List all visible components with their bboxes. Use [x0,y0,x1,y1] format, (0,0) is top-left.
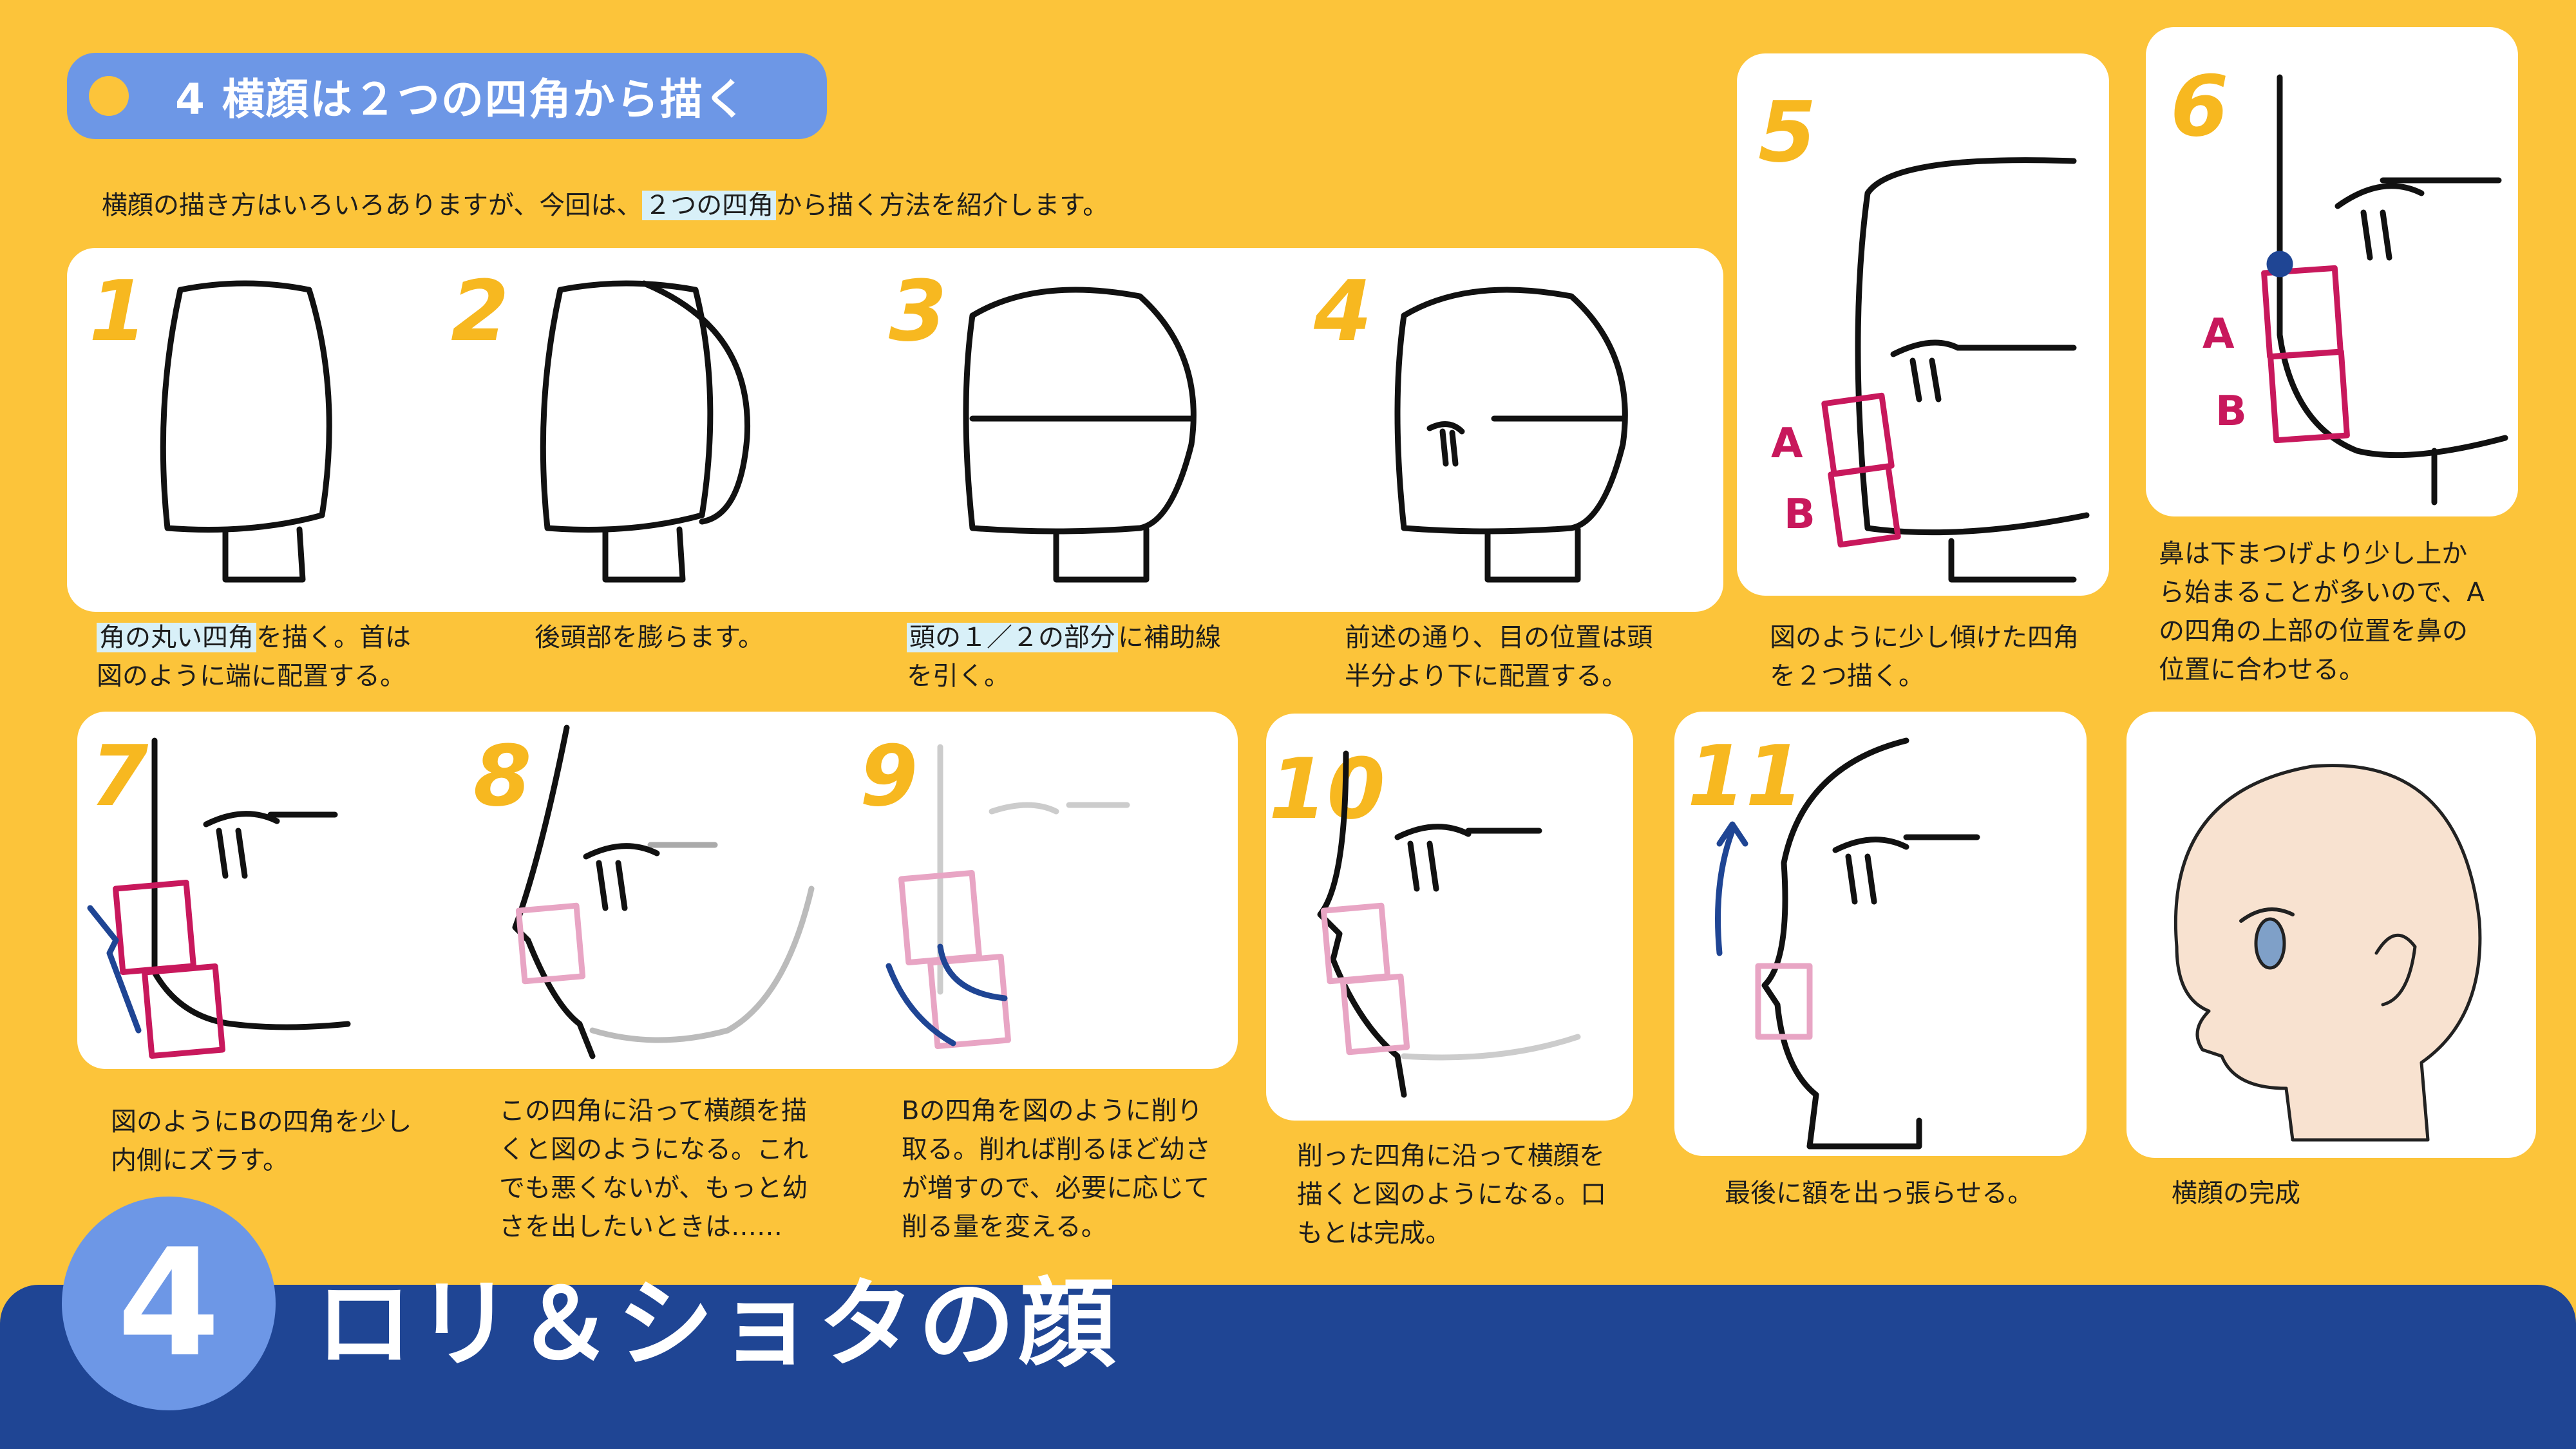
intro-highlight: ２つの四角 [642,191,777,220]
caption-step-4: 前述の通り、目の位置は頭 半分より下に配置する。 [1345,623,1653,691]
step-number-4: 4 [1314,262,1372,360]
caption-step-6: 鼻は下まつげより少し上か ら始まることが多いので、A の四角の上部の位置を鼻の … [2159,539,2485,685]
label-b: B [1784,491,1815,538]
caption-step-11: 最後に額を出っ張らせる。 [1725,1179,2034,1208]
sketch-step-5: A B [1771,157,2090,583]
sketch-step-7 [87,737,351,1059]
label-a: A [1771,420,1803,468]
sketch-step-6: A B [2202,74,2508,506]
step-number-3: 3 [889,262,947,360]
sketch-step-1 [160,280,332,583]
label-a-6: A [2202,310,2235,358]
caption-final: 横顔の完成 [2172,1179,2300,1208]
caption-step-5: 図のように少し傾けた四角 を２つ描く。 [1770,623,2079,691]
section-header: 4 横顔は２つの四角から描く [67,53,827,139]
intro-before: 横顔の描き方はいろいろありますが、今回は、 [102,191,643,220]
sketch-step-9 [886,744,1130,1050]
caption-step-7: 図のようにBの四角を少し 内側にズラす。 [111,1107,412,1175]
nose-point-icon [2266,251,2293,278]
sketch-step-4 [1394,287,1628,583]
caption-step-9: Bの四角を図のように削り 取る。削れば削るほど幼さ が増すので、必要に応じて 削… [902,1096,1211,1242]
chapter-title: ロリ＆ショタの顔 [316,1269,1120,1381]
caption-3-highlight: 頭の１／２の部分 [907,623,1118,652]
label-b-6: B [2215,388,2247,435]
step-number-2: 2 [451,262,509,360]
sketch-step-2 [540,280,751,583]
caption-step-2: 後頭部を膨らます。 [535,623,764,652]
caption-step-3: 頭の１／２の部分 に補助線 を引く。 [907,618,1221,696]
sketch-step-10 [1317,750,1581,1098]
intro-after: から描く方法を紹介します。 [776,191,1109,220]
caption-step-10: 削った四角に沿って横顔を 描くと図のようになる。口 もとは完成。 [1297,1141,1606,1248]
caption-step-8: この四角に沿って横顔を描 くと図のようになる。これ でも悪くないが、もっと幼 さ… [499,1096,808,1242]
bullet-dot-icon [89,76,129,116]
caption-step-1: 角の丸い四角 を描く。首は 図のように端に配置する。 [97,618,411,696]
caption-1-highlight: 角の丸い四角 [97,623,256,652]
step-number-1: 1 [89,262,147,360]
sketch-step-11 [1715,737,1980,1150]
section-title: 4 横顔は２つの四角から描く [175,75,748,124]
intro-text: 横顔の描き方はいろいろありますが、今回は、 ２つの四角 から描く方法を紹介します。 [102,184,1108,222]
sketch-step-3 [963,287,1197,583]
chapter-number-badge: 4 [62,1197,276,1410]
sketch-final-face [2174,764,2482,1142]
sketch-step-8 [512,724,815,1059]
